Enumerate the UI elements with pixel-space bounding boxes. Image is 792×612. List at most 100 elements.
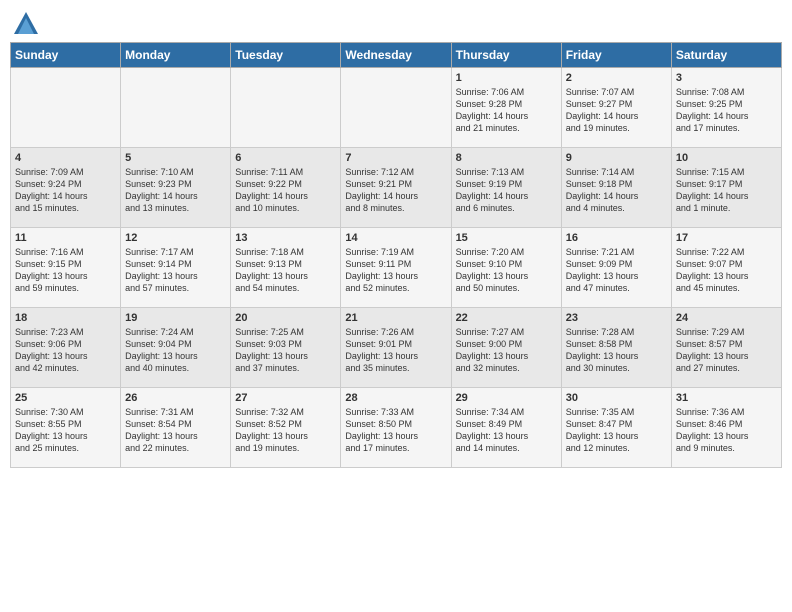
- header-thursday: Thursday: [451, 43, 561, 68]
- day-number: 9: [566, 152, 667, 164]
- day-number: 28: [345, 392, 446, 404]
- day-content: Sunrise: 7:07 AM Sunset: 9:27 PM Dayligh…: [566, 86, 667, 135]
- calendar-week-row: 18 Sunrise: 7:23 AM Sunset: 9:06 PM Dayli…: [11, 308, 782, 388]
- day-content: Sunrise: 7:12 AM Sunset: 9:21 PM Dayligh…: [345, 166, 446, 215]
- header-tuesday: Tuesday: [231, 43, 341, 68]
- day-content: Sunrise: 7:28 AM Sunset: 8:58 PM Dayligh…: [566, 326, 667, 375]
- day-number: 10: [676, 152, 777, 164]
- day-number: 21: [345, 312, 446, 324]
- calendar-cell: 5 Sunrise: 7:10 AM Sunset: 9:23 PM Daylig…: [121, 148, 231, 228]
- calendar-cell: 17Sunrise: 7:22 AM Sunset: 9:07 PM Dayli…: [671, 228, 781, 308]
- calendar-cell: 26 Sunrise: 7:31 AM Sunset: 8:54 PM Dayli…: [121, 388, 231, 468]
- calendar-cell: 14Sunrise: 7:19 AM Sunset: 9:11 PM Dayli…: [341, 228, 451, 308]
- day-content: Sunrise: 7:20 AM Sunset: 9:10 PM Dayligh…: [456, 246, 557, 295]
- calendar-cell: 8 Sunrise: 7:13 AM Sunset: 9:19 PM Daylig…: [451, 148, 561, 228]
- calendar-week-row: 11 Sunrise: 7:16 AM Sunset: 9:15 PM Dayli…: [11, 228, 782, 308]
- calendar-cell: 10Sunrise: 7:15 AM Sunset: 9:17 PM Dayli…: [671, 148, 781, 228]
- calendar-cell: 19 Sunrise: 7:24 AM Sunset: 9:04 PM Dayli…: [121, 308, 231, 388]
- calendar-cell: 31Sunrise: 7:36 AM Sunset: 8:46 PM Dayli…: [671, 388, 781, 468]
- day-number: 13: [235, 232, 336, 244]
- calendar-cell: 25 Sunrise: 7:30 AM Sunset: 8:55 PM Dayli…: [11, 388, 121, 468]
- day-content: Sunrise: 7:22 AM Sunset: 9:07 PM Dayligh…: [676, 246, 777, 295]
- day-content: Sunrise: 7:27 AM Sunset: 9:00 PM Dayligh…: [456, 326, 557, 375]
- day-number: 16: [566, 232, 667, 244]
- day-number: 5: [125, 152, 226, 164]
- calendar-cell: 20 Sunrise: 7:25 AM Sunset: 9:03 PM Dayli…: [231, 308, 341, 388]
- day-content: Sunrise: 7:21 AM Sunset: 9:09 PM Dayligh…: [566, 246, 667, 295]
- day-number: 29: [456, 392, 557, 404]
- calendar-cell: 3 Sunrise: 7:08 AM Sunset: 9:25 PM Daylig…: [671, 68, 781, 148]
- calendar-cell: 29 Sunrise: 7:34 AM Sunset: 8:49 PM Dayli…: [451, 388, 561, 468]
- day-number: 4: [15, 152, 116, 164]
- day-content: Sunrise: 7:18 AM Sunset: 9:13 PM Dayligh…: [235, 246, 336, 295]
- calendar-cell: 28 Sunrise: 7:33 AM Sunset: 8:50 PM Dayli…: [341, 388, 451, 468]
- day-content: Sunrise: 7:32 AM Sunset: 8:52 PM Dayligh…: [235, 406, 336, 455]
- day-content: Sunrise: 7:11 AM Sunset: 9:22 PM Dayligh…: [235, 166, 336, 215]
- calendar-cell: 27 Sunrise: 7:32 AM Sunset: 8:52 PM Dayli…: [231, 388, 341, 468]
- day-content: Sunrise: 7:06 AM Sunset: 9:28 PM Dayligh…: [456, 86, 557, 135]
- calendar-cell: 4 Sunrise: 7:09 AM Sunset: 9:24 PM Daylig…: [11, 148, 121, 228]
- day-content: Sunrise: 7:10 AM Sunset: 9:23 PM Dayligh…: [125, 166, 226, 215]
- calendar-cell: 21 Sunrise: 7:26 AM Sunset: 9:01 PM Dayli…: [341, 308, 451, 388]
- day-number: 22: [456, 312, 557, 324]
- calendar-cell: 13 Sunrise: 7:18 AM Sunset: 9:13 PM Dayli…: [231, 228, 341, 308]
- calendar-cell: 24Sunrise: 7:29 AM Sunset: 8:57 PM Dayli…: [671, 308, 781, 388]
- day-number: 19: [125, 312, 226, 324]
- calendar-week-row: 25 Sunrise: 7:30 AM Sunset: 8:55 PM Dayli…: [11, 388, 782, 468]
- calendar-week-row: 4 Sunrise: 7:09 AM Sunset: 9:24 PM Daylig…: [11, 148, 782, 228]
- day-number: 2: [566, 72, 667, 84]
- day-content: Sunrise: 7:26 AM Sunset: 9:01 PM Dayligh…: [345, 326, 446, 375]
- day-number: 23: [566, 312, 667, 324]
- calendar-cell: 15 Sunrise: 7:20 AM Sunset: 9:10 PM Dayli…: [451, 228, 561, 308]
- header-wednesday: Wednesday: [341, 43, 451, 68]
- day-number: 7: [345, 152, 446, 164]
- calendar-cell: [121, 68, 231, 148]
- day-number: 25: [15, 392, 116, 404]
- header-sunday: Sunday: [11, 43, 121, 68]
- day-number: 12: [125, 232, 226, 244]
- calendar-cell: [11, 68, 121, 148]
- day-number: 30: [566, 392, 667, 404]
- day-number: 8: [456, 152, 557, 164]
- day-content: Sunrise: 7:19 AM Sunset: 9:11 PM Dayligh…: [345, 246, 446, 295]
- calendar-cell: 2 Sunrise: 7:07 AM Sunset: 9:27 PM Daylig…: [561, 68, 671, 148]
- day-content: Sunrise: 7:13 AM Sunset: 9:19 PM Dayligh…: [456, 166, 557, 215]
- day-number: 27: [235, 392, 336, 404]
- day-content: Sunrise: 7:30 AM Sunset: 8:55 PM Dayligh…: [15, 406, 116, 455]
- logo: [10, 10, 40, 38]
- day-content: Sunrise: 7:25 AM Sunset: 9:03 PM Dayligh…: [235, 326, 336, 375]
- day-number: 20: [235, 312, 336, 324]
- day-number: 24: [676, 312, 777, 324]
- calendar-header-row: SundayMondayTuesdayWednesdayThursdayFrid…: [11, 43, 782, 68]
- calendar-cell: 30Sunrise: 7:35 AM Sunset: 8:47 PM Dayli…: [561, 388, 671, 468]
- page-header: [10, 10, 782, 38]
- day-number: 11: [15, 232, 116, 244]
- calendar-cell: 6Sunrise: 7:11 AM Sunset: 9:22 PM Daylig…: [231, 148, 341, 228]
- calendar-cell: 18 Sunrise: 7:23 AM Sunset: 9:06 PM Dayli…: [11, 308, 121, 388]
- day-content: Sunrise: 7:36 AM Sunset: 8:46 PM Dayligh…: [676, 406, 777, 455]
- calendar-cell: 12Sunrise: 7:17 AM Sunset: 9:14 PM Dayli…: [121, 228, 231, 308]
- calendar-cell: [231, 68, 341, 148]
- day-content: Sunrise: 7:33 AM Sunset: 8:50 PM Dayligh…: [345, 406, 446, 455]
- day-content: Sunrise: 7:24 AM Sunset: 9:04 PM Dayligh…: [125, 326, 226, 375]
- day-content: Sunrise: 7:34 AM Sunset: 8:49 PM Dayligh…: [456, 406, 557, 455]
- header-monday: Monday: [121, 43, 231, 68]
- calendar-cell: [341, 68, 451, 148]
- day-number: 3: [676, 72, 777, 84]
- day-number: 18: [15, 312, 116, 324]
- day-number: 15: [456, 232, 557, 244]
- calendar-table: SundayMondayTuesdayWednesdayThursdayFrid…: [10, 42, 782, 468]
- logo-icon: [12, 10, 40, 38]
- day-number: 26: [125, 392, 226, 404]
- calendar-cell: 23 Sunrise: 7:28 AM Sunset: 8:58 PM Dayli…: [561, 308, 671, 388]
- header-saturday: Saturday: [671, 43, 781, 68]
- day-content: Sunrise: 7:23 AM Sunset: 9:06 PM Dayligh…: [15, 326, 116, 375]
- day-content: Sunrise: 7:31 AM Sunset: 8:54 PM Dayligh…: [125, 406, 226, 455]
- calendar-cell: 1Sunrise: 7:06 AM Sunset: 9:28 PM Daylig…: [451, 68, 561, 148]
- calendar-cell: 7 Sunrise: 7:12 AM Sunset: 9:21 PM Daylig…: [341, 148, 451, 228]
- calendar-week-row: 1Sunrise: 7:06 AM Sunset: 9:28 PM Daylig…: [11, 68, 782, 148]
- day-content: Sunrise: 7:14 AM Sunset: 9:18 PM Dayligh…: [566, 166, 667, 215]
- day-content: Sunrise: 7:08 AM Sunset: 9:25 PM Dayligh…: [676, 86, 777, 135]
- day-content: Sunrise: 7:16 AM Sunset: 9:15 PM Dayligh…: [15, 246, 116, 295]
- day-content: Sunrise: 7:09 AM Sunset: 9:24 PM Dayligh…: [15, 166, 116, 215]
